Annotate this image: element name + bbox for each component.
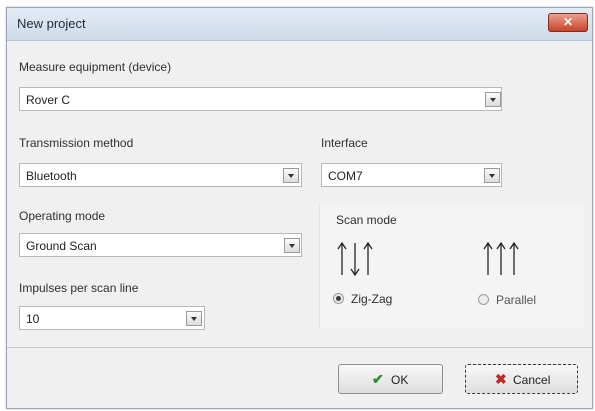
parallel-arrows-icon: [483, 241, 519, 275]
new-project-dialog: New project ✕ Measure equipment (device)…: [6, 7, 593, 409]
parallel-radio[interactable]: [478, 294, 489, 305]
scan-mode-group: Scan mode Zig-Zag Parallel: [319, 204, 584, 328]
device-value: Rover C: [26, 93, 71, 107]
device-select[interactable]: Rover C: [19, 87, 502, 111]
transmission-value: Bluetooth: [26, 169, 77, 183]
footer-divider: [7, 347, 592, 348]
device-label: Measure equipment (device): [19, 60, 172, 74]
zigzag-label: Zig-Zag: [351, 292, 393, 306]
chevron-down-icon[interactable]: [283, 168, 299, 183]
zigzag-radio[interactable]: [333, 293, 344, 304]
check-icon: ✔: [372, 371, 384, 387]
close-icon: ✕: [562, 15, 574, 29]
interface-select[interactable]: COM7: [321, 163, 502, 187]
ok-label: OK: [391, 373, 409, 387]
zigzag-arrows-icon: [337, 241, 373, 277]
operating-mode-select[interactable]: Ground Scan: [19, 233, 302, 257]
cancel-label: Cancel: [513, 373, 551, 387]
interface-value: COM7: [328, 169, 363, 183]
interface-label: Interface: [321, 136, 368, 150]
close-button[interactable]: ✕: [548, 13, 588, 32]
impulses-label: Impulses per scan line: [19, 281, 139, 295]
impulses-select[interactable]: 10: [19, 306, 205, 330]
ok-button[interactable]: ✔ OK: [338, 364, 443, 394]
chevron-down-icon[interactable]: [485, 92, 501, 107]
zigzag-radio-option[interactable]: Zig-Zag: [333, 291, 423, 307]
scan-mode-label: Scan mode: [336, 213, 397, 227]
chevron-down-icon[interactable]: [484, 168, 500, 183]
cancel-x-icon: ✖: [495, 371, 507, 387]
operating-mode-value: Ground Scan: [26, 239, 97, 253]
impulses-value: 10: [26, 312, 40, 326]
chevron-down-icon[interactable]: [284, 238, 300, 253]
dialog-title: New project: [17, 16, 86, 31]
parallel-label: Parallel: [496, 293, 537, 307]
transmission-select[interactable]: Bluetooth: [19, 163, 302, 187]
chevron-down-icon[interactable]: [186, 311, 202, 326]
operating-mode-label: Operating mode: [19, 209, 106, 223]
cancel-button[interactable]: ✖ Cancel: [465, 364, 578, 394]
title-bar: New project ✕: [7, 8, 592, 41]
parallel-radio-option[interactable]: Parallel: [478, 291, 568, 307]
transmission-label: Transmission method: [19, 136, 134, 150]
